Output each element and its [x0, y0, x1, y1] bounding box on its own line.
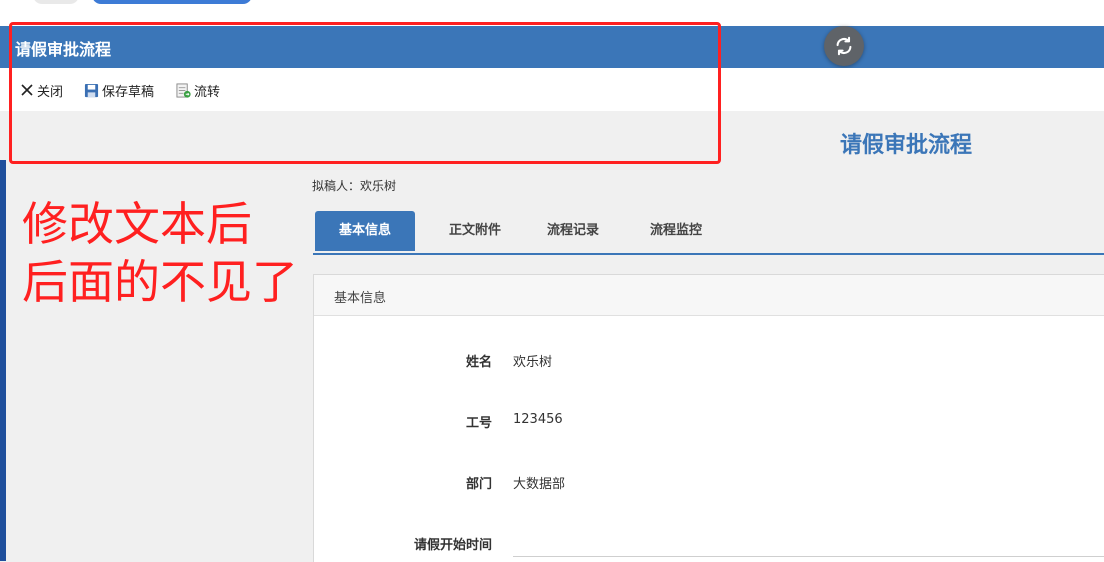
panel-title: 基本信息 — [334, 291, 387, 306]
toolbar: 关闭 保存草稿 流转 — [0, 68, 1104, 111]
refresh-button[interactable] — [824, 26, 864, 66]
forward-document-icon — [176, 82, 191, 98]
field-value-name[interactable]: 欢乐树 — [513, 351, 552, 370]
top-tab-gray[interactable] — [33, 0, 79, 4]
left-edge-bar — [0, 160, 6, 561]
annotation-text: 修改文本后 后面的不见了 — [22, 195, 322, 311]
save-draft-label: 保存草稿 — [102, 84, 155, 100]
field-label-name: 姓名 — [465, 355, 492, 370]
tab-bar: 基本信息 正文附件 流程记录 流程监控 — [313, 211, 1104, 255]
leave-start-input[interactable] — [513, 556, 1104, 557]
refresh-icon — [836, 36, 852, 56]
form-heading: 请假审批流程 — [840, 133, 973, 158]
basic-info-panel: 基本信息 姓名 欢乐树 工号 123456 部门 大数据部 请假开始时间 — [313, 274, 1104, 562]
window-titlebar: 请假审批流程 — [0, 26, 1104, 68]
tab-process-monitor[interactable]: 流程监控 — [626, 211, 726, 251]
close-label: 关闭 — [37, 84, 64, 100]
tab-process-record[interactable]: 流程记录 — [523, 211, 623, 251]
close-icon — [21, 84, 33, 96]
tab-attachments[interactable]: 正文附件 — [425, 211, 525, 251]
forward-label: 流转 — [194, 84, 221, 100]
annotation-line-2: 后面的不见了 — [22, 255, 298, 309]
field-label-leave-start: 请假开始时间 — [413, 538, 492, 553]
panel-header: 基本信息 — [314, 275, 1104, 316]
drafter-text: 拟稿人：欢乐树 — [312, 179, 397, 193]
field-label-employee-id: 工号 — [465, 416, 492, 431]
field-label-department: 部门 — [465, 477, 492, 492]
save-draft-button[interactable]: 保存草稿 — [84, 80, 154, 100]
field-value-employee-id[interactable]: 123456 — [513, 412, 563, 427]
floppy-disk-icon — [84, 83, 99, 97]
annotation-line-1: 修改文本后 — [22, 197, 252, 251]
tab-basic-info[interactable]: 基本信息 — [315, 211, 415, 251]
field-value-department[interactable]: 大数据部 — [513, 473, 565, 492]
top-tab-blue[interactable] — [92, 0, 252, 4]
close-button[interactable]: 关闭 — [20, 80, 63, 100]
window-title: 请假审批流程 — [15, 40, 112, 59]
forward-button[interactable]: 流转 — [176, 80, 220, 100]
